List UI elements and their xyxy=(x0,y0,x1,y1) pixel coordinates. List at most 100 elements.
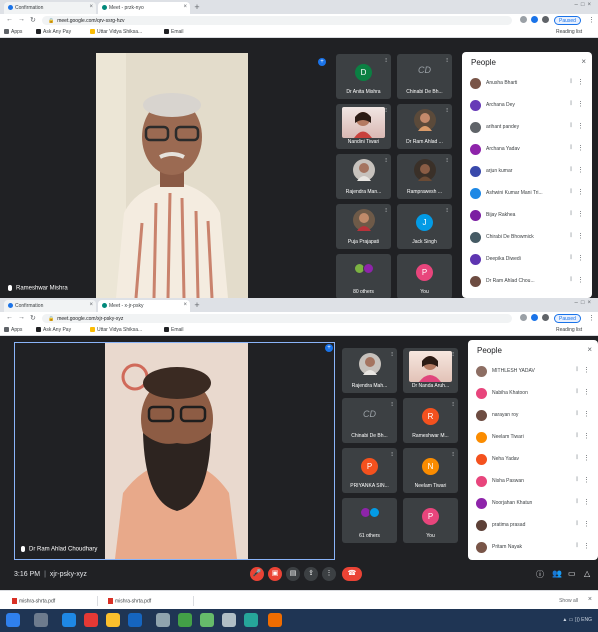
participant-tile[interactable]: ⁝ J Jack Singh xyxy=(397,204,452,249)
close-icon[interactable]: × xyxy=(581,57,586,66)
taskbar-app-icon[interactable] xyxy=(222,613,236,627)
taskbar-app-icon[interactable] xyxy=(128,613,142,627)
more-options-icon[interactable]: ⋮ xyxy=(577,254,584,262)
bookmark-item[interactable]: Email xyxy=(164,327,184,333)
participant-tile[interactable]: ⁝ N Neelam Tiwari xyxy=(403,448,458,493)
more-options-icon[interactable]: ⋮ xyxy=(577,232,584,240)
bookmark-item[interactable]: Ask Any Pay xyxy=(36,327,71,333)
participant-row[interactable]: Chirabi De Bhowmick 𝄃 ⋮ xyxy=(462,228,592,248)
participant-tile[interactable]: ⁝ Dr Ram Ahlad ... xyxy=(397,104,452,149)
participant-row[interactable]: arihant pandey 𝄃 ⋮ xyxy=(462,118,592,138)
more-options-icon[interactable]: ⋮ xyxy=(577,122,584,130)
forward-icon[interactable]: → xyxy=(18,314,25,321)
tab-confirmation[interactable]: Confirmation × xyxy=(4,2,96,14)
participant-tile[interactable]: ⁝ Puja Prajapati xyxy=(336,204,391,249)
others-tile[interactable]: 61 others xyxy=(342,498,397,543)
self-tile[interactable]: P You xyxy=(397,254,452,298)
participant-tile[interactable]: ⁝ Nandini Tiwari xyxy=(336,104,391,149)
participant-tile[interactable]: ⁝ Dr Nanda Aruh... xyxy=(403,348,458,393)
others-tile[interactable]: 80 others xyxy=(336,254,391,298)
participant-row[interactable]: Deepika Diwedi 𝄃 ⋮ xyxy=(462,250,592,270)
close-icon[interactable]: × xyxy=(587,345,592,354)
more-options-icon[interactable]: ⋮ xyxy=(583,366,590,374)
extensions-puzzle-icon[interactable] xyxy=(542,314,549,321)
reload-icon[interactable]: ↻ xyxy=(30,16,36,24)
taskbar-app-icon[interactable] xyxy=(84,613,98,627)
reading-list[interactable]: Reading list xyxy=(556,327,582,333)
participant-row[interactable]: Archana Yadav 𝄃 ⋮ xyxy=(462,140,592,160)
participant-row[interactable]: MITHLESH YADAV 𝄃 ⋮ xyxy=(468,362,598,382)
close-icon[interactable]: × xyxy=(89,4,93,10)
more-options-icon[interactable]: ⋮ xyxy=(583,498,590,506)
more-options-icon[interactable]: ⋮ xyxy=(577,188,584,196)
participant-row[interactable]: Dr Ram Ahlad Chou... 𝄃 ⋮ xyxy=(462,272,592,292)
extension-icon[interactable] xyxy=(520,314,527,321)
forward-icon[interactable]: → xyxy=(18,16,25,23)
leave-call-button[interactable]: ☎ xyxy=(342,567,362,581)
bookmark-apps[interactable]: Apps xyxy=(4,327,22,333)
download-item[interactable]: mishra-shrta.pdf xyxy=(8,596,98,606)
new-tab-icon[interactable]: + xyxy=(192,300,202,310)
bookmark-item[interactable]: Uttar Vidya Shiksa... xyxy=(90,29,142,35)
participant-row[interactable]: arjun kumar 𝄃 ⋮ xyxy=(462,162,592,182)
present-button[interactable]: ⇪ xyxy=(304,567,318,581)
taskbar-app-icon[interactable] xyxy=(106,613,120,627)
more-options-icon[interactable]: ⋮ xyxy=(577,78,584,86)
back-icon[interactable]: ← xyxy=(6,16,13,23)
tab-meet[interactable]: Meet - przk-nyo × xyxy=(98,2,190,14)
info-icon[interactable]: ⓘ xyxy=(536,569,544,580)
window-controls[interactable]: –□× xyxy=(575,2,594,8)
address-bar[interactable]: 🔒 meet.google.com/xjr-psky-xyz xyxy=(42,314,512,323)
extension-icon[interactable] xyxy=(531,16,538,23)
close-icon[interactable]: × xyxy=(183,302,187,308)
participant-row[interactable]: pratima prasad 𝄃 ⋮ xyxy=(468,516,598,536)
participant-row[interactable]: Bijay Rakhea 𝄃 ⋮ xyxy=(462,206,592,226)
participant-row[interactable]: Pritam Nayak 𝄃 ⋮ xyxy=(468,538,598,558)
main-speaker-video[interactable] xyxy=(96,53,248,298)
participant-tile[interactable]: ⁝ D Dr Anita Mishra xyxy=(336,54,391,99)
chat-icon[interactable]: ▭ xyxy=(568,569,576,578)
show-all-downloads[interactable]: Show all xyxy=(559,598,578,604)
more-options-icon[interactable]: ⋮ xyxy=(583,520,590,528)
back-icon[interactable]: ← xyxy=(6,314,13,321)
participant-tile[interactable]: ⁝ Rajendra Mah... xyxy=(342,348,397,393)
close-icon[interactable]: × xyxy=(183,4,187,10)
taskbar-app-icon[interactable] xyxy=(200,613,214,627)
more-options-icon[interactable]: ⋮ xyxy=(583,432,590,440)
extensions-puzzle-icon[interactable] xyxy=(542,16,549,23)
captions-button[interactable]: ▤ xyxy=(286,567,300,581)
bookmark-apps[interactable]: Apps xyxy=(4,29,22,35)
menu-icon[interactable]: ⋮ xyxy=(588,16,595,24)
taskbar-app-icon[interactable] xyxy=(178,613,192,627)
bookmark-item[interactable]: Uttar Vidya Shiksa... xyxy=(90,327,142,333)
participant-tile[interactable]: ⁝ CD Chinabi De Bh... xyxy=(397,54,452,99)
more-options-icon[interactable]: ⋮ xyxy=(577,100,584,108)
close-icon[interactable]: × xyxy=(89,302,93,308)
self-tile[interactable]: P You xyxy=(403,498,458,543)
extension-icon[interactable] xyxy=(531,314,538,321)
more-options-icon[interactable]: ⋮ xyxy=(583,388,590,396)
more-options-icon[interactable]: ⋮ xyxy=(577,276,584,284)
more-options-icon[interactable]: ⋮ xyxy=(577,144,584,152)
system-tray[interactable]: ▲ ▭ ))) ENG xyxy=(562,617,592,623)
participant-tile[interactable]: ⁝ Ramprawesh ... xyxy=(397,154,452,199)
participant-tile[interactable]: ⁝ R Rameshwar M... xyxy=(403,398,458,443)
menu-icon[interactable]: ⋮ xyxy=(588,314,595,322)
participant-tile[interactable]: ⁝ CD Chinabi De Bh... xyxy=(342,398,397,443)
bookmark-item[interactable]: Email xyxy=(164,29,184,35)
more-options-icon[interactable]: ⋮ xyxy=(583,542,590,550)
participant-row[interactable]: Neha Yadav 𝄃 ⋮ xyxy=(468,450,598,470)
main-speaker-tile[interactable]: Dr Ram Ahlad Choudhary xyxy=(14,342,335,560)
more-options-icon[interactable]: ⋮ xyxy=(577,166,584,174)
participant-row[interactable]: Anusha Bharti 𝄃 ⋮ xyxy=(462,74,592,94)
window-controls[interactable]: –□× xyxy=(575,300,594,306)
search-icon[interactable] xyxy=(34,613,48,627)
extension-icon[interactable] xyxy=(520,16,527,23)
mic-toggle-button[interactable]: 🎤 xyxy=(250,567,264,581)
more-options-icon[interactable]: ⋮ xyxy=(583,410,590,418)
reload-icon[interactable]: ↻ xyxy=(30,314,36,322)
more-options-button[interactable]: ⋮ xyxy=(322,567,336,581)
participant-tile[interactable]: ⁝ Rajendra Man... xyxy=(336,154,391,199)
tab-confirmation[interactable]: Confirmation × xyxy=(4,300,96,312)
pin-indicator-icon[interactable]: + xyxy=(325,344,333,352)
